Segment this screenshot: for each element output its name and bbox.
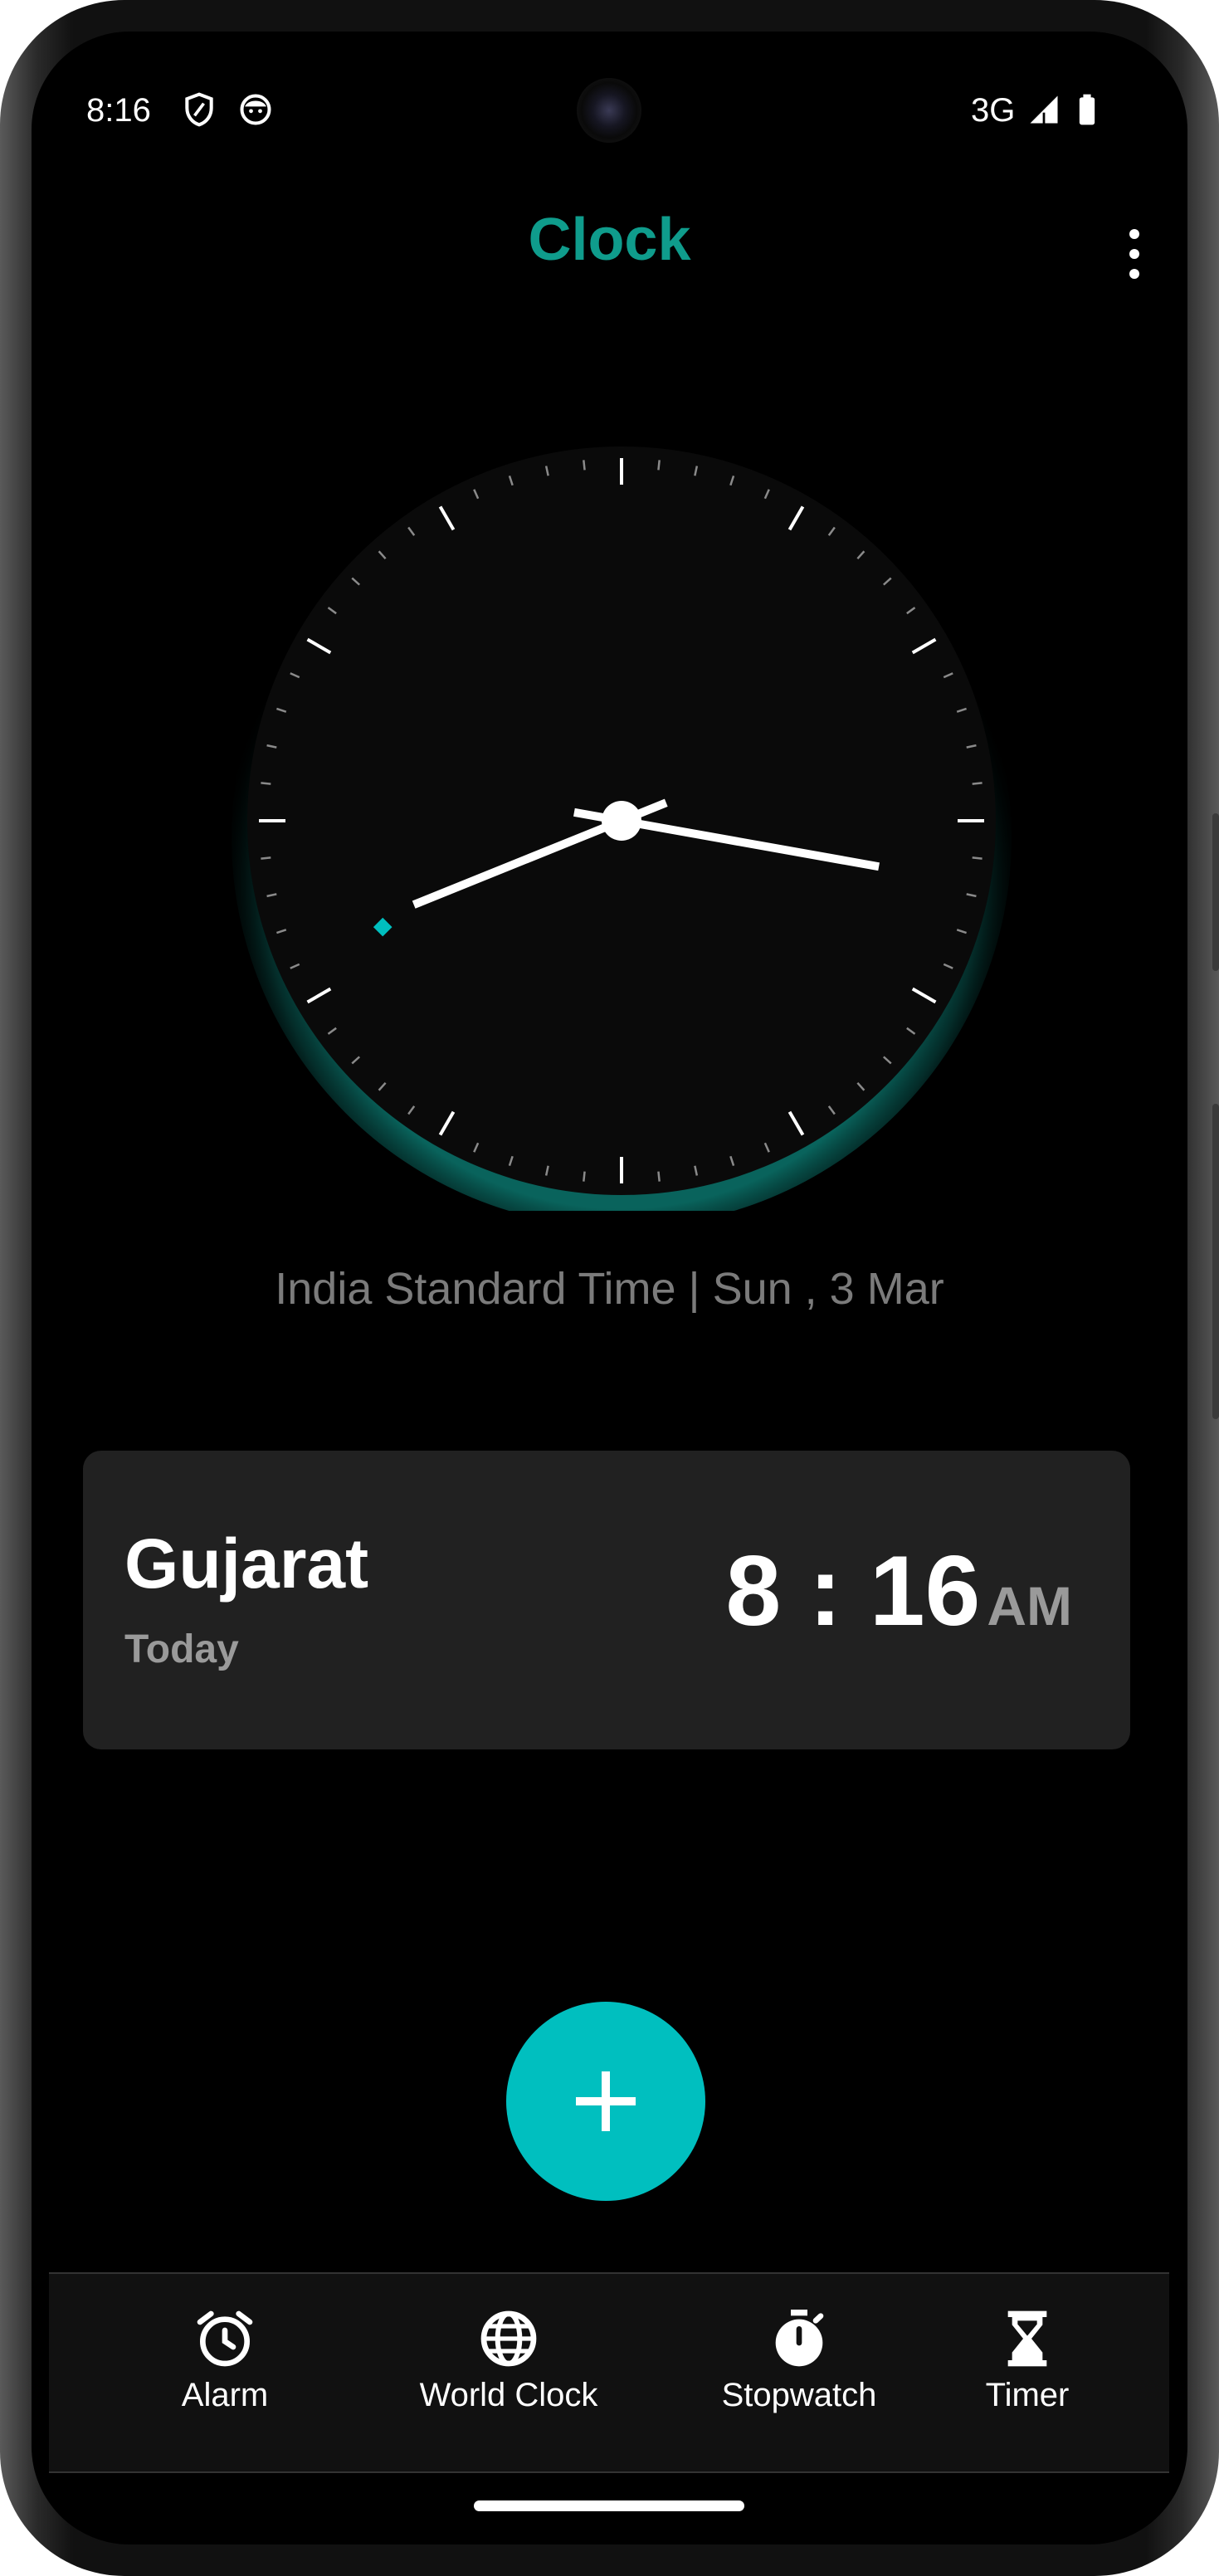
- power-button: [1212, 813, 1219, 971]
- city-time-ampm: AM: [987, 1575, 1072, 1637]
- add-city-button[interactable]: [506, 2002, 705, 2201]
- minute-tick: [972, 856, 983, 860]
- minute-tick: [657, 1171, 661, 1182]
- city-time: 8 : 16 AM: [725, 1534, 1072, 1648]
- page-title: Clock: [528, 207, 691, 273]
- volume-button: [1212, 1104, 1219, 1419]
- nav-label-stopwatch: Stopwatch: [721, 2377, 877, 2413]
- city-name: Gujarat: [124, 1525, 369, 1603]
- nav-label-alarm: Alarm: [181, 2377, 269, 2413]
- clock-center-cap: [602, 801, 641, 841]
- globe-icon: [480, 2310, 537, 2367]
- shield-icon: [181, 91, 217, 128]
- plus-icon: [576, 2071, 636, 2131]
- city-day: Today: [124, 1627, 239, 1671]
- hourglass-icon: [1007, 2310, 1047, 2367]
- analog-clock: [232, 431, 1012, 1211]
- minute-tick: [583, 1171, 586, 1182]
- signal-icon: [1026, 91, 1062, 128]
- home-indicator: [474, 2500, 744, 2511]
- bottom-nav: Alarm World Clock Stopwatch Timer: [49, 2272, 1169, 2473]
- nav-label-world-clock: World Clock: [419, 2377, 598, 2413]
- status-time: 8:16: [86, 92, 151, 129]
- minute-tick: [583, 460, 586, 471]
- analog-clock-face: [232, 446, 1012, 1211]
- more-vert-icon[interactable]: [1118, 221, 1151, 287]
- battery-icon: [1069, 91, 1105, 128]
- network-type: 3G: [971, 92, 1016, 129]
- stopwatch-icon: [775, 2310, 824, 2367]
- nav-item-world-clock[interactable]: World Clock: [384, 2305, 633, 2414]
- minute-tick: [657, 460, 661, 471]
- face-icon: [237, 91, 274, 128]
- screen: 8:16 3G Clock India Standard Time | Sun …: [32, 32, 1187, 2544]
- alarm-icon: [197, 2310, 253, 2367]
- minute-tick: [261, 856, 271, 860]
- status-bar: 8:16 3G: [32, 32, 1187, 164]
- nav-label-timer: Timer: [985, 2377, 1070, 2413]
- nav-item-timer[interactable]: Timer: [953, 2305, 1102, 2414]
- nav-item-alarm[interactable]: Alarm: [150, 2305, 300, 2414]
- timezone-date: India Standard Time | Sun , 3 Mar: [275, 1264, 944, 1314]
- world-clock-card[interactable]: Gujarat Today 8 : 16 AM: [83, 1451, 1130, 1749]
- nav-item-stopwatch[interactable]: Stopwatch: [675, 2305, 924, 2414]
- city-time-value: 8 : 16: [725, 1535, 981, 1647]
- front-camera: [577, 78, 641, 143]
